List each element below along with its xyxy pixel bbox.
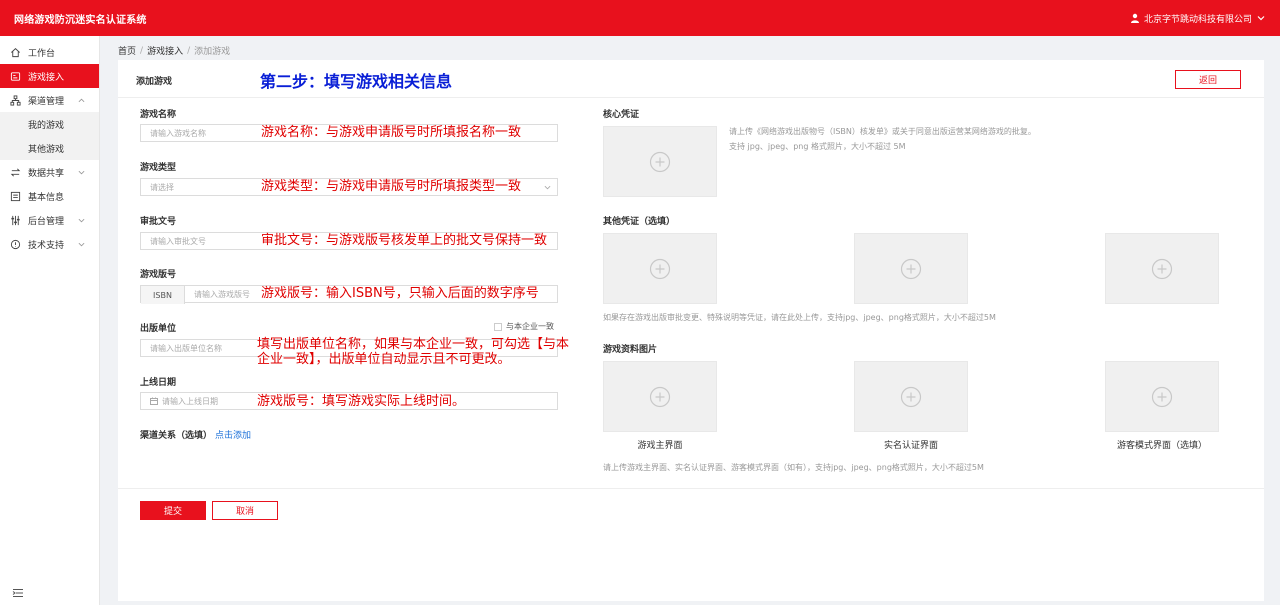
breadcrumb: 首页 / 游戏接入 / 添加游戏 bbox=[118, 44, 231, 58]
checkbox-box[interactable] bbox=[494, 322, 502, 331]
step-title: 第二步：填写游戏相关信息 bbox=[260, 72, 453, 91]
core-credential-hint: 请上传《网络游戏出版物号（ISBN）核发单》或关于同意出版运营某网络游戏的批复。 bbox=[729, 127, 1036, 136]
user-menu[interactable]: 北京字节跳动科技有限公司 bbox=[1130, 12, 1266, 25]
realname-screen-upload[interactable] bbox=[854, 361, 968, 432]
realname-screen-caption: 实名认证界面 bbox=[883, 441, 938, 451]
other-credential-upload-3[interactable] bbox=[1105, 233, 1219, 304]
approval-number-annotation: 审批文号：与游戏版号核发单上的批文号保持一致 bbox=[261, 233, 550, 248]
game-type-annotation: 游戏类型：与游戏申请版号时所填报类型一致 bbox=[261, 179, 522, 194]
sidebar-item-label: 渠道管理 bbox=[28, 96, 65, 107]
game-images-hint: 请上传游戏主界面、实名认证界面、游客模式界面（如有），支持jpg、jpeg、pn… bbox=[603, 463, 984, 472]
channel-icon bbox=[10, 94, 21, 106]
sidebar-item-admin[interactable]: 后台管理 bbox=[0, 208, 99, 232]
add-game-card: 添加游戏 第二步：填写游戏相关信息 返回 游戏名称 请输入游戏名称 游戏名称：与… bbox=[118, 60, 1264, 601]
core-credential-format-hint: 支持 jpg、jpeg、png 格式照片，大小不超过 5M bbox=[729, 142, 906, 151]
sidebar-item-other-games[interactable]: 其他游戏 bbox=[0, 136, 99, 160]
plus-circle-icon bbox=[649, 386, 671, 407]
core-credential-upload[interactable] bbox=[603, 126, 717, 197]
chevron-down-icon bbox=[544, 185, 551, 189]
gamepad-icon bbox=[10, 71, 21, 81]
chevron-down-icon bbox=[78, 218, 85, 222]
sidebar-item-basic-info[interactable]: 基本信息 bbox=[0, 184, 99, 208]
game-version-label: 游戏版号 bbox=[140, 270, 177, 280]
chevron-down-icon bbox=[78, 242, 85, 246]
card-title: 添加游戏 bbox=[136, 77, 173, 87]
plus-circle-icon bbox=[900, 258, 922, 279]
home-icon bbox=[11, 47, 20, 57]
publisher-label: 出版单位 bbox=[140, 324, 177, 334]
breadcrumb-current: 添加游戏 bbox=[194, 47, 231, 57]
main-screen-caption: 游戏主界面 bbox=[637, 441, 683, 451]
add-channel-link[interactable]: 点击添加 bbox=[215, 428, 251, 441]
sidebar: 工作台 游戏接入 渠道管理 我的游戏 其他游戏 数据共享 基本信息 后台管理 技… bbox=[0, 36, 100, 605]
channel-relation-label: 渠道关系（选填） bbox=[140, 431, 213, 441]
divider bbox=[118, 488, 1264, 489]
game-version-annotation: 游戏版号：输入ISBN号，只输入后面的数字序号 bbox=[261, 286, 541, 301]
other-credential-hint: 如果存在游戏出版审批变更、特殊说明等凭证，请在此处上传，支持jpg、jpeg、p… bbox=[603, 313, 996, 322]
plus-circle-icon bbox=[900, 386, 922, 407]
other-credential-label: 其他凭证（选填） bbox=[603, 217, 676, 227]
game-name-annotation: 游戏名称：与游戏申请版号时所填报名称一致 bbox=[261, 125, 522, 140]
sidebar-item-tech-support[interactable]: 技术支持 bbox=[0, 232, 99, 256]
core-credential-label: 核心凭证 bbox=[603, 110, 640, 120]
sidebar-item-label: 数据共享 bbox=[28, 168, 65, 179]
breadcrumb-home[interactable]: 首页 bbox=[118, 44, 136, 57]
sliders-icon bbox=[11, 215, 20, 225]
guest-mode-screen-caption: 游客模式界面（选填） bbox=[1116, 441, 1207, 451]
isbn-prefix: ISBN bbox=[141, 286, 185, 304]
sidebar-item-workbench[interactable]: 工作台 bbox=[0, 40, 99, 64]
publisher-annotation: 填写出版单位名称，如果与本企业一致，可勾选【与本企业一致】，出版单位自动显示且不… bbox=[257, 337, 570, 367]
app-title: 网络游戏防沉迷实名认证系统 bbox=[14, 14, 147, 26]
other-credential-upload-1[interactable] bbox=[603, 233, 717, 304]
plus-circle-icon bbox=[1151, 258, 1173, 279]
back-button[interactable]: 返回 bbox=[1175, 70, 1241, 89]
info-icon bbox=[10, 191, 21, 201]
cancel-button[interactable]: 取消 bbox=[212, 501, 278, 520]
sidebar-item-label: 后台管理 bbox=[28, 216, 65, 227]
sidebar-item-channel-management[interactable]: 渠道管理 bbox=[0, 88, 99, 112]
game-type-label: 游戏类型 bbox=[140, 163, 177, 173]
menu-collapse-icon[interactable] bbox=[12, 587, 24, 599]
plus-circle-icon bbox=[1151, 386, 1173, 407]
share-icon bbox=[10, 168, 21, 176]
top-bar: 网络游戏防沉迷实名认证系统 北京字节跳动科技有限公司 bbox=[0, 0, 1280, 36]
sidebar-item-label: 工作台 bbox=[28, 48, 56, 59]
sidebar-item-my-games[interactable]: 我的游戏 bbox=[0, 112, 99, 136]
launch-date-label: 上线日期 bbox=[140, 378, 177, 388]
game-name-label: 游戏名称 bbox=[140, 110, 177, 120]
game-images-label: 游戏资料图片 bbox=[603, 345, 658, 355]
same-as-company-checkbox[interactable]: 与本企业一致 bbox=[494, 321, 554, 332]
user-name: 北京字节跳动科技有限公司 bbox=[1143, 14, 1252, 25]
guest-mode-screen-upload[interactable] bbox=[1105, 361, 1219, 432]
user-icon bbox=[1130, 13, 1139, 23]
main-screen-upload[interactable] bbox=[603, 361, 717, 432]
sidebar-item-data-sharing[interactable]: 数据共享 bbox=[0, 160, 99, 184]
launch-date-annotation: 游戏版号：填写游戏实际上线时间。 bbox=[257, 394, 466, 409]
chevron-down-icon bbox=[78, 170, 85, 174]
support-icon bbox=[10, 239, 21, 249]
chevron-down-icon bbox=[1257, 16, 1265, 21]
plus-circle-icon bbox=[649, 151, 671, 172]
breadcrumb-game-access[interactable]: 游戏接入 bbox=[147, 44, 183, 57]
plus-circle-icon bbox=[649, 258, 671, 279]
other-credential-upload-2[interactable] bbox=[854, 233, 968, 304]
sidebar-item-game-access[interactable]: 游戏接入 bbox=[0, 64, 99, 88]
approval-number-label: 审批文号 bbox=[140, 217, 177, 227]
chevron-up-icon bbox=[78, 98, 85, 102]
card-header: 添加游戏 第二步：填写游戏相关信息 返回 bbox=[118, 60, 1264, 98]
submit-button[interactable]: 提交 bbox=[140, 501, 206, 520]
calendar-icon bbox=[150, 397, 158, 405]
sidebar-item-label: 基本信息 bbox=[28, 192, 65, 203]
sidebar-item-label: 技术支持 bbox=[28, 240, 65, 251]
sidebar-item-label: 游戏接入 bbox=[28, 72, 65, 83]
